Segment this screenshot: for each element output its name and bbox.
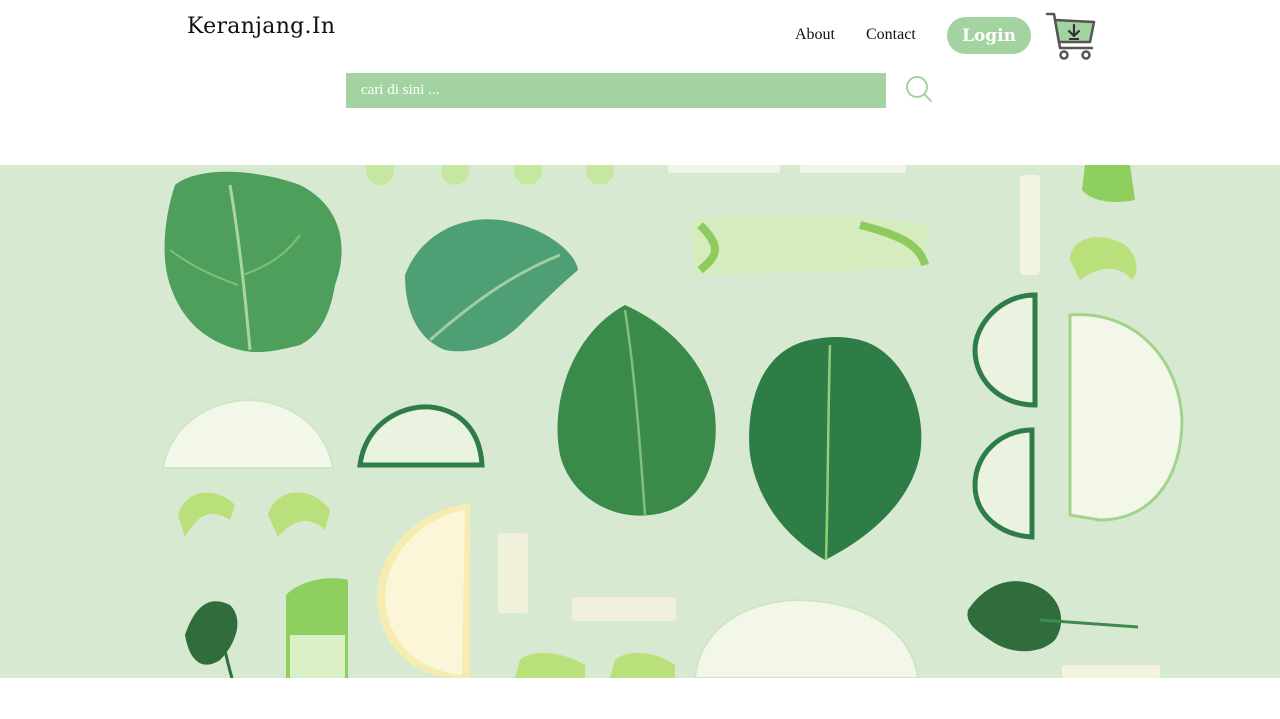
login-button[interactable]: Login [947,17,1031,54]
nav-contact-link[interactable]: Contact [866,26,916,44]
page-footer-strip [0,678,1280,719]
hero-banner-image [0,165,1280,678]
search-input[interactable] [346,73,886,108]
shopping-cart-icon[interactable] [1044,10,1098,64]
site-header: Keranjang.In About Contact Login [0,0,1280,165]
search-button[interactable] [903,74,935,106]
brand-logo[interactable]: Keranjang.In [187,14,335,39]
search-icon [906,76,932,102]
nav-about-link[interactable]: About [795,26,835,44]
